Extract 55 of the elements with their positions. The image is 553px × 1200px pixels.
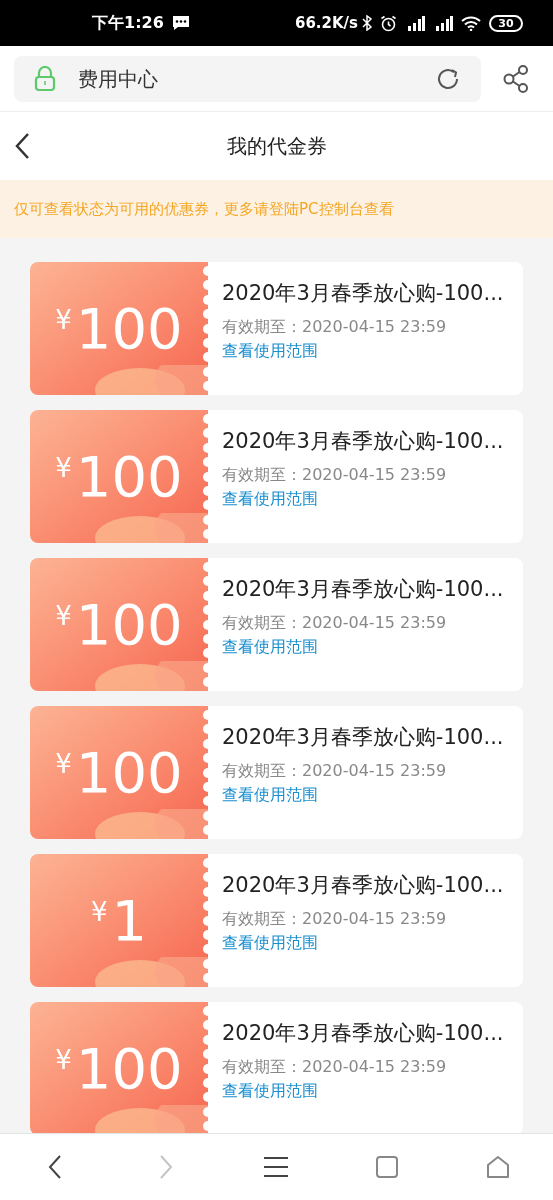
alarm-icon [380,14,397,32]
address-bar[interactable]: 费用中心 [14,55,481,102]
lock-icon [34,65,56,92]
coupon-title: 2020年3月春季放心购-100... [222,428,505,455]
coupon-title: 2020年3月春季放心购-100... [222,576,505,603]
signal-icon [405,15,425,31]
signal-icon [433,15,453,31]
wifi-icon [461,15,481,31]
coupon-amount: 1 [111,892,148,949]
battery-indicator: 30 [489,14,523,32]
coupon-amount: 100 [75,744,183,801]
home-icon[interactable] [484,1155,511,1179]
usage-scope-link[interactable]: 查看使用范围 [222,339,318,364]
coupon-expiry: 有效期至：2020-04-15 23:59 [222,464,448,487]
coupon-amount: 100 [75,596,183,653]
coupon-expiry: 有效期至：2020-04-15 23:59 [222,908,448,931]
tabs-icon[interactable] [375,1155,400,1179]
currency-symbol: ¥ [55,306,72,333]
cloud-decoration-icon [95,1105,208,1133]
coupon-title: 2020年3月春季放心购-100... [222,724,505,751]
message-icon [171,15,190,31]
coupon-expiry: 有效期至：2020-04-15 23:59 [222,316,448,339]
currency-symbol: ¥ [55,602,72,629]
share-icon[interactable] [503,64,529,93]
cloud-decoration-icon [95,809,208,839]
currency-symbol: ¥ [55,1046,72,1073]
usage-scope-link[interactable]: 查看使用范围 [222,1079,318,1104]
coupon-expiry: 有效期至：2020-04-15 23:59 [222,760,448,783]
usage-scope-link[interactable]: 查看使用范围 [222,931,318,956]
header-title: 我的代金券 [226,133,327,160]
cloud-decoration-icon [95,661,208,691]
coupon-expiry: 有效期至：2020-04-15 23:59 [222,612,448,635]
bluetooth-icon [362,15,372,31]
coupon-amount: 100 [75,300,183,357]
usage-scope-link[interactable]: 查看使用范围 [222,635,318,660]
cloud-decoration-icon [95,365,208,395]
back-icon[interactable] [48,1154,63,1180]
cloud-decoration-icon [95,513,208,543]
coupon-title: 2020年3月春季放心购-100... [222,280,505,307]
coupon-title: 2020年3月春季放心购-100... [222,1020,505,1047]
currency-symbol: ¥ [55,454,72,481]
currency-symbol: ¥ [90,898,108,925]
network-speed: 66.2K/s [294,12,358,34]
status-time: 下午1:26 [92,12,164,34]
menu-icon[interactable] [264,1156,289,1178]
coupon-expiry: 有效期至：2020-04-15 23:59 [222,1056,448,1079]
coupon-amount: 100 [75,1040,183,1097]
usage-scope-link[interactable]: 查看使用范围 [222,783,318,808]
coupon-title: 2020年3月春季放心购-100... [222,872,505,899]
cloud-decoration-icon [95,957,208,987]
usage-scope-link[interactable]: 查看使用范围 [222,487,318,512]
page-title: 费用中心 [78,65,158,93]
notice-banner: 仅可查看状态为可用的优惠券，更多请登陆PC控制台查看 [0,180,553,238]
currency-symbol: ¥ [55,750,72,777]
coupon-amount: 100 [75,448,183,505]
